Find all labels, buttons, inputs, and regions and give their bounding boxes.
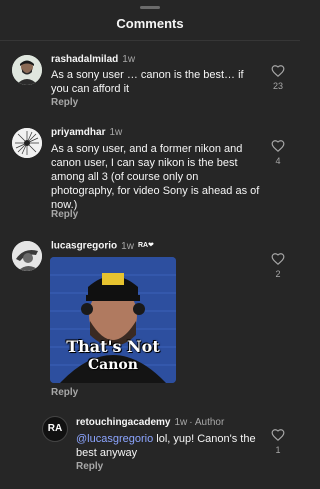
username[interactable]: retouchingacademy (76, 417, 170, 428)
gif-caption-line1: That's Not (66, 337, 160, 356)
like-count: 23 (272, 81, 283, 91)
comment-text: As a sony user, and a former nikon and c… (51, 143, 260, 211)
comment-meta: retouchingacademy 1w · Author (76, 416, 224, 430)
heart-icon[interactable] (271, 64, 285, 78)
reply-button[interactable]: Reply (51, 387, 78, 398)
avatar[interactable]: RA (42, 416, 68, 442)
comment-gif[interactable]: That's Not Canon (50, 257, 176, 383)
heart-icon[interactable] (271, 428, 285, 442)
comment-meta: priyamdhar 1w (51, 126, 122, 140)
avatar[interactable] (12, 128, 42, 158)
comment-meta: lucasgregorio 1w RA❤ (51, 239, 154, 254)
header-divider (0, 40, 300, 41)
username[interactable]: lucasgregorio (51, 241, 117, 252)
username[interactable]: priyamdhar (51, 127, 105, 138)
heart-icon[interactable] (271, 139, 285, 153)
reply-button[interactable]: Reply (51, 209, 78, 220)
username[interactable]: rashadalmilad (51, 54, 118, 65)
comment-text: @lucasgregorio lol, yup! Canon's the bes… (76, 432, 268, 460)
timestamp: 1w (174, 417, 188, 428)
timestamp: 1w (122, 54, 136, 65)
mention-link[interactable]: @lucasgregorio (76, 433, 153, 445)
reply-button[interactable]: Reply (76, 461, 103, 472)
avatar-image (12, 55, 42, 85)
like-count: 1 (275, 445, 281, 455)
avatar-image (12, 128, 42, 158)
gif-caption-line2: Canon (88, 357, 138, 373)
heart-icon[interactable] (271, 252, 285, 266)
comment-text: As a sony user … canon is the best… if y… (51, 69, 244, 95)
avatar[interactable] (12, 241, 42, 271)
comments-sheet: Comments rashadalmilad 1w As a sony user … (0, 0, 300, 489)
like-count: 2 (275, 269, 281, 279)
timestamp: 1w (109, 127, 123, 138)
author-label: · Author (189, 417, 225, 428)
avatar-image (12, 241, 42, 271)
avatar-initials: RA (47, 423, 63, 434)
like-count: 4 (275, 156, 281, 166)
comment-meta: rashadalmilad 1w (51, 53, 135, 67)
timestamp: 1w (121, 240, 134, 252)
comments-title: Comments (116, 16, 184, 31)
avatar[interactable] (12, 55, 42, 85)
drag-handle[interactable] (140, 6, 160, 9)
ra-heart-badge: RA❤ (137, 242, 154, 249)
reply-button[interactable]: Reply (51, 97, 78, 108)
